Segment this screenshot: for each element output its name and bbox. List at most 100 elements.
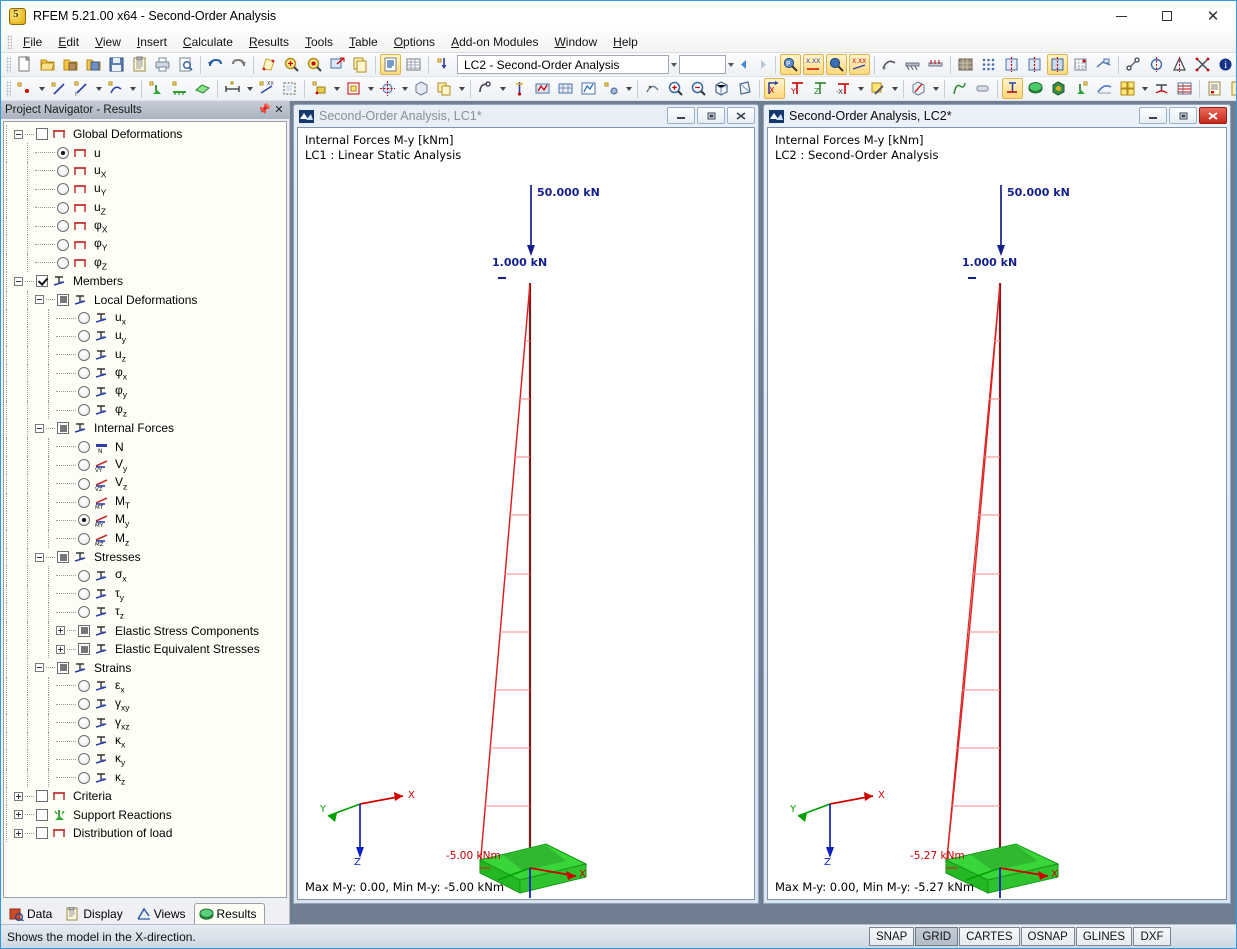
tree-row[interactable]: σx: [4, 566, 286, 584]
tree-radio[interactable]: [57, 202, 69, 214]
info-icon[interactable]: i: [1215, 54, 1236, 75]
menu-window[interactable]: Window: [546, 33, 605, 51]
expand-icon[interactable]: [56, 626, 65, 635]
render-mode-icon[interactable]: [867, 78, 888, 99]
tree-row[interactable]: εx: [4, 677, 286, 695]
new-support-icon[interactable]: [146, 78, 167, 99]
collapse-icon[interactable]: [14, 277, 23, 286]
save-icon[interactable]: [106, 54, 127, 75]
select-region-icon[interactable]: [279, 78, 300, 99]
copy-object-icon[interactable]: [434, 78, 455, 99]
calculate-icon[interactable]: [509, 78, 530, 99]
mdi-lc2-close-button[interactable]: [1199, 107, 1227, 124]
status-toggle-glines[interactable]: GLINES: [1076, 927, 1132, 946]
collapse-icon[interactable]: [35, 295, 44, 304]
clipping-box-icon[interactable]: [908, 78, 929, 99]
zoom-in-icon[interactable]: [281, 54, 302, 75]
mdi-window-lc2-titlebar[interactable]: Second-Order Analysis, LC2*: [764, 105, 1230, 127]
tree-radio[interactable]: [78, 606, 90, 618]
nodal-load-dropdown[interactable]: [331, 78, 342, 99]
menu-insert[interactable]: Insert: [129, 33, 175, 51]
menu-file[interactable]: File: [15, 33, 50, 51]
copy-object-dropdown[interactable]: [456, 78, 467, 99]
mdi-lc2-minimize-button[interactable]: [1139, 107, 1167, 124]
tree-radio[interactable]: [78, 367, 90, 379]
menu-grip[interactable]: [7, 35, 12, 49]
tree-checkbox[interactable]: [78, 625, 90, 637]
tree-checkbox[interactable]: [36, 275, 48, 287]
tree-row[interactable]: Elastic Stress Components: [4, 622, 286, 640]
tree-row[interactable]: Strains: [4, 658, 286, 676]
tree-row[interactable]: γxz: [4, 714, 286, 732]
navigator-tab-data[interactable]: Data: [4, 903, 60, 924]
open-project-icon[interactable]: [60, 54, 81, 75]
show-results-icon[interactable]: P: [780, 54, 801, 75]
calculate-all-icon[interactable]: [532, 78, 553, 99]
mdi-window-lc1-canvas[interactable]: Internal Forces M-y [kNm]LC1 : Linear St…: [297, 127, 755, 900]
tree-checkbox[interactable]: [78, 643, 90, 655]
collapse-icon[interactable]: [35, 553, 44, 562]
tree-checkbox[interactable]: [36, 827, 48, 839]
next-case-button[interactable]: [753, 55, 772, 74]
measure-icon[interactable]: [1123, 54, 1144, 75]
tree-radio[interactable]: [78, 459, 90, 471]
status-toggle-snap[interactable]: SNAP: [869, 927, 914, 946]
new-member-icon[interactable]: I: [71, 78, 92, 99]
menu-help[interactable]: Help: [605, 33, 646, 51]
mdi-window-lc2-canvas[interactable]: Internal Forces M-y [kNm]LC2 : Second-Or…: [767, 127, 1227, 900]
tree-checkbox[interactable]: [57, 294, 69, 306]
window-maximize-button[interactable]: [1144, 1, 1190, 31]
result-windows-icon[interactable]: [1117, 78, 1138, 99]
results-values-icon[interactable]: X.XX: [803, 54, 824, 75]
load-case-icon[interactable]: [433, 54, 454, 75]
tree-row[interactable]: MYMy: [4, 511, 286, 529]
view-in-z-icon[interactable]: Z: [810, 78, 831, 99]
new-surface-icon[interactable]: [105, 78, 126, 99]
status-toggle-grid[interactable]: GRID: [915, 927, 958, 946]
status-toggle-osnap[interactable]: OSNAP: [1021, 927, 1075, 946]
line-load-dropdown[interactable]: [365, 78, 376, 99]
tree-row[interactable]: κx: [4, 732, 286, 750]
results-scale-icon[interactable]: X.XX: [849, 54, 870, 75]
open-file-icon[interactable]: [37, 54, 58, 75]
navigator-tab-display[interactable]: Display: [60, 903, 130, 924]
grid-display-icon[interactable]: [1070, 54, 1091, 75]
toolbar-grip[interactable]: [6, 57, 11, 73]
nodal-load-icon[interactable]: [309, 78, 330, 99]
support-reaction-results-icon[interactable]: [1071, 78, 1092, 99]
results-tree[interactable]: Global DeformationsuuXuYuZφXφYφZMembersL…: [3, 121, 287, 898]
tree-row[interactable]: uz: [4, 346, 286, 364]
results-diagram-icon[interactable]: [826, 54, 847, 75]
perspective-view-icon[interactable]: [734, 78, 755, 99]
secondary-combo[interactable]: [679, 55, 726, 74]
view-mode-3-icon[interactable]: [1047, 54, 1068, 75]
view-in-y-icon[interactable]: Y: [787, 78, 808, 99]
tree-checkbox[interactable]: [36, 790, 48, 802]
expand-icon[interactable]: [56, 645, 65, 654]
open-model-icon[interactable]: [83, 54, 104, 75]
tree-row[interactable]: φZ: [4, 254, 286, 272]
isometric-view-icon[interactable]: [711, 78, 732, 99]
section-results-icon[interactable]: [1151, 78, 1172, 99]
clipping-box-dropdown[interactable]: [930, 78, 941, 99]
tree-radio[interactable]: [78, 772, 90, 784]
tree-checkbox[interactable]: [57, 662, 69, 674]
render-view-icon[interactable]: [258, 54, 279, 75]
mdi-window-lc1[interactable]: Second-Order Analysis, LC1*: [293, 104, 759, 904]
release-icon[interactable]: [475, 78, 496, 99]
result-windows-dropdown[interactable]: [1139, 78, 1150, 99]
menu-calculate[interactable]: Calculate: [175, 33, 241, 51]
tree-radio[interactable]: [78, 404, 90, 416]
mesh-icon[interactable]: [955, 54, 976, 75]
tree-radio[interactable]: [78, 588, 90, 600]
mdi-lc2-restore-button[interactable]: [1169, 107, 1197, 124]
menu-edit[interactable]: Edit: [50, 33, 87, 51]
wind-simulation-icon[interactable]: [642, 78, 663, 99]
tree-checkbox[interactable]: [57, 551, 69, 563]
tree-row[interactable]: Local Deformations: [4, 291, 286, 309]
new-line-icon[interactable]: [48, 78, 69, 99]
tree-row[interactable]: Criteria: [4, 787, 286, 805]
printout-extra-icon[interactable]: [1227, 78, 1236, 99]
tree-radio[interactable]: [78, 478, 90, 490]
collapse-icon[interactable]: [35, 424, 44, 433]
